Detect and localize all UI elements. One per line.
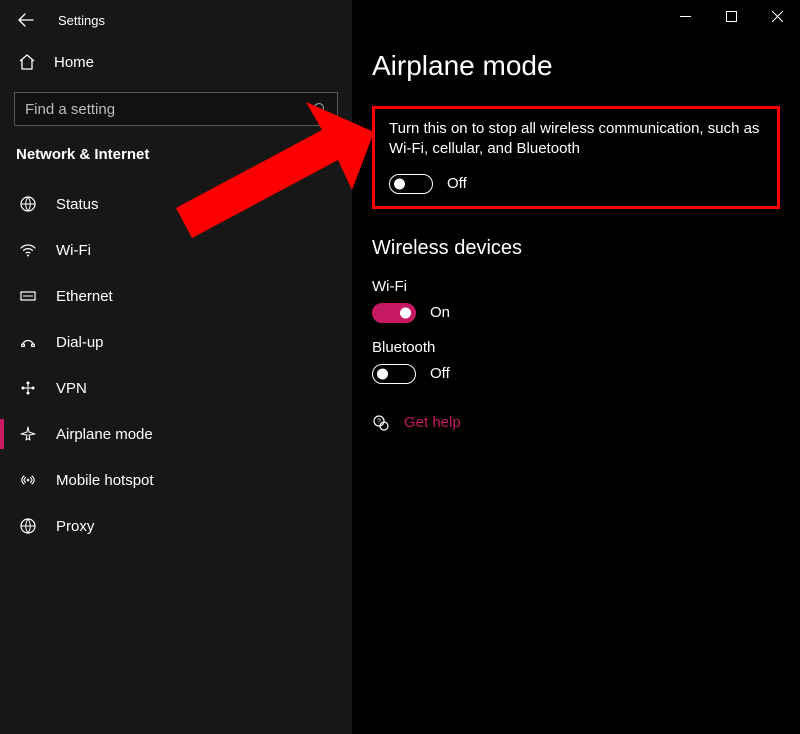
nav-label: Mobile hotspot: [56, 472, 154, 489]
close-button[interactable]: [754, 0, 800, 32]
nav-item-wifi[interactable]: Wi-Fi: [0, 227, 352, 273]
nav-label: Status: [56, 196, 99, 213]
status-icon: [18, 194, 38, 214]
nav-item-airplane-mode[interactable]: Airplane mode: [0, 411, 352, 457]
maximize-button[interactable]: [708, 0, 754, 32]
close-icon: [772, 11, 783, 22]
nav-label: Ethernet: [56, 288, 113, 305]
proxy-icon: [18, 516, 38, 536]
back-arrow-icon: [18, 12, 34, 28]
nav-label: VPN: [56, 380, 87, 397]
home-label: Home: [54, 54, 94, 71]
ethernet-icon: [18, 286, 38, 306]
nav-item-dialup[interactable]: Dial-up: [0, 319, 352, 365]
home-nav[interactable]: Home: [0, 40, 352, 84]
search-input[interactable]: [15, 101, 303, 118]
bluetooth-setting: Bluetooth Off: [372, 339, 780, 384]
nav-item-mobile-hotspot[interactable]: Mobile hotspot: [0, 457, 352, 503]
content-pane: Airplane mode Turn this on to stop all w…: [352, 0, 800, 734]
airplane-mode-description: Turn this on to stop all wireless commun…: [389, 119, 763, 160]
nav-item-vpn[interactable]: VPN: [0, 365, 352, 411]
nav-item-status[interactable]: Status: [0, 181, 352, 227]
category-title: Network & Internet: [0, 136, 352, 181]
nav-label: Proxy: [56, 518, 94, 535]
airplane-mode-toggle[interactable]: [389, 174, 433, 194]
dialup-icon: [18, 332, 38, 352]
svg-text:?: ?: [377, 418, 381, 425]
wifi-icon: [18, 240, 38, 260]
airplane-icon: [18, 424, 38, 444]
nav-list: Status Wi-Fi Ethernet Dial-up: [0, 181, 352, 549]
home-icon: [18, 53, 36, 71]
nav-label: Dial-up: [56, 334, 104, 351]
wifi-toggle[interactable]: [372, 303, 416, 323]
search-container: [0, 84, 352, 136]
wifi-toggle-state: On: [430, 304, 450, 321]
sidebar: Settings Home Network & Internet Sta: [0, 0, 352, 734]
window-controls: [662, 0, 800, 32]
search-icon: [303, 101, 337, 117]
airplane-mode-toggle-state: Off: [447, 175, 467, 192]
wifi-setting: Wi-Fi On: [372, 278, 780, 323]
titlebar: Settings: [0, 0, 352, 40]
bluetooth-toggle-state: Off: [430, 365, 450, 382]
nav-item-proxy[interactable]: Proxy: [0, 503, 352, 549]
wireless-devices-title: Wireless devices: [372, 237, 780, 260]
airplane-mode-highlight: Turn this on to stop all wireless commun…: [372, 106, 780, 209]
nav-label: Wi-Fi: [56, 242, 91, 259]
minimize-icon: [680, 11, 691, 22]
bluetooth-toggle[interactable]: [372, 364, 416, 384]
minimize-button[interactable]: [662, 0, 708, 32]
search-box[interactable]: [14, 92, 338, 126]
bluetooth-label: Bluetooth: [372, 339, 780, 356]
vpn-icon: [18, 378, 38, 398]
get-help-label: Get help: [404, 414, 461, 431]
nav-item-ethernet[interactable]: Ethernet: [0, 273, 352, 319]
wifi-label: Wi-Fi: [372, 278, 780, 295]
hotspot-icon: [18, 470, 38, 490]
airplane-mode-toggle-row: Off: [389, 174, 763, 194]
back-button[interactable]: [12, 6, 40, 34]
maximize-icon: [726, 11, 737, 22]
help-icon: ?: [372, 414, 390, 432]
window-title: Settings: [58, 13, 105, 28]
page-title: Airplane mode: [372, 50, 780, 82]
get-help-link[interactable]: ? Get help: [372, 414, 780, 432]
nav-label: Airplane mode: [56, 426, 153, 443]
